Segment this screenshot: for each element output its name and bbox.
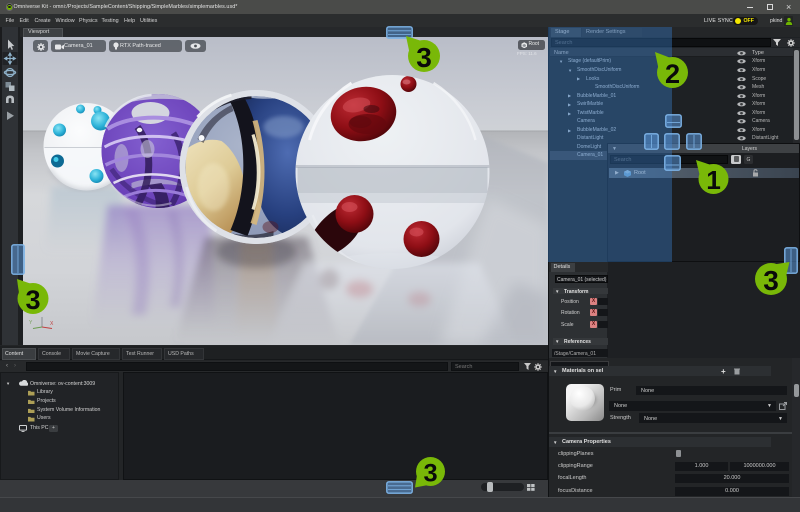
svg-text:3: 3 (25, 284, 40, 315)
svg-text:X: X (50, 321, 54, 327)
svg-text:1: 1 (706, 165, 721, 195)
svg-text:3: 3 (763, 265, 779, 296)
svg-text:2: 2 (664, 58, 679, 89)
svg-text:Y: Y (29, 320, 33, 326)
svg-text:3: 3 (416, 42, 432, 73)
svg-text:3: 3 (423, 459, 437, 487)
